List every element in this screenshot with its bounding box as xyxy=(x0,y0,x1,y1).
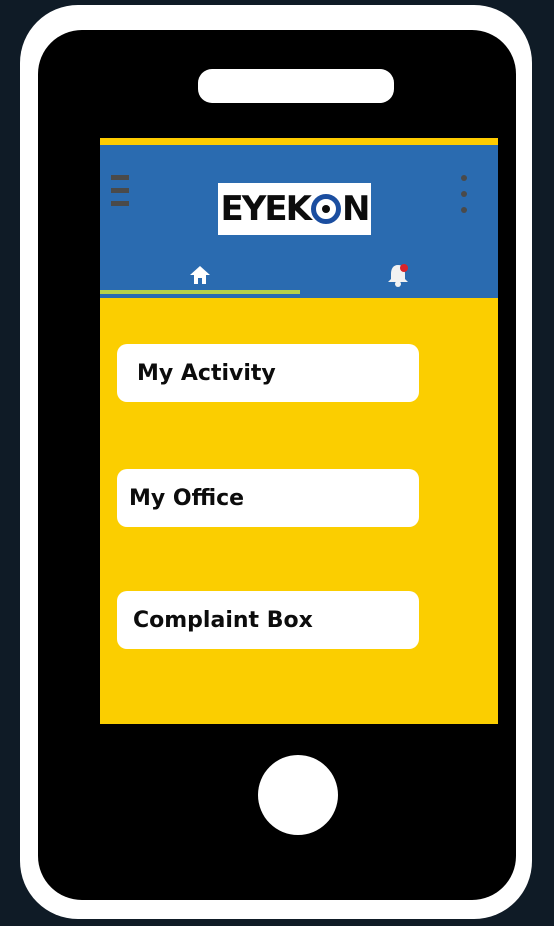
active-tab-indicator xyxy=(100,290,300,294)
tab-home[interactable] xyxy=(100,252,300,298)
home-icon xyxy=(189,264,211,286)
my-activity-label: My Activity xyxy=(137,360,276,386)
complaint-box-button[interactable]: Complaint Box xyxy=(117,591,419,649)
my-office-button[interactable]: My Office xyxy=(117,469,419,527)
bell-icon xyxy=(386,262,412,288)
complaint-box-label: Complaint Box xyxy=(133,607,313,633)
eyecon-logo: EYE K N xyxy=(218,183,371,235)
status-strip xyxy=(100,138,498,145)
app-header: EYE K N xyxy=(100,145,498,298)
tab-notifications[interactable] xyxy=(300,252,498,298)
phone-speaker xyxy=(198,69,394,103)
phone-home-button[interactable] xyxy=(258,755,338,835)
phone-screen: EYE K N My Activity My Office Complaint … xyxy=(100,138,498,724)
logo-wordmark: EYE K N xyxy=(220,189,371,229)
hamburger-menu-icon[interactable] xyxy=(111,175,129,213)
my-activity-button[interactable]: My Activity xyxy=(117,344,419,402)
logo-eye-symbol xyxy=(310,194,341,224)
overflow-menu-icon[interactable] xyxy=(460,175,468,215)
my-office-label: My Office xyxy=(129,485,245,511)
